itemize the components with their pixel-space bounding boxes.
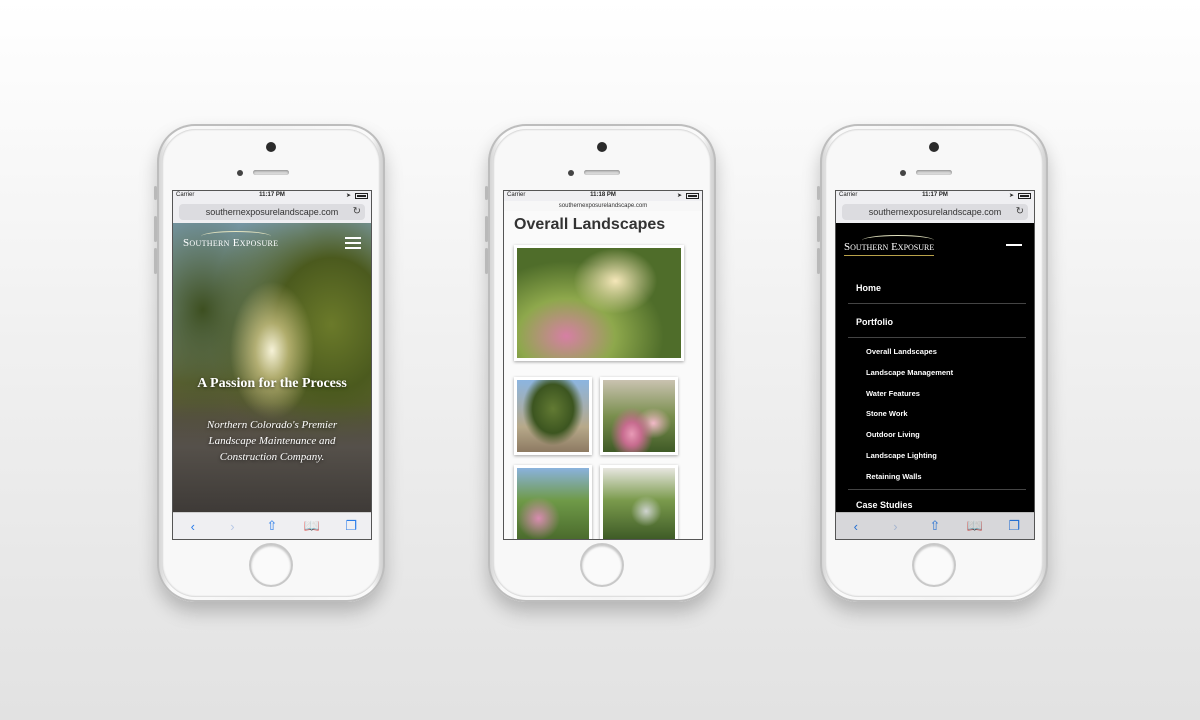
speaker-grille <box>584 170 620 175</box>
tabs-icon[interactable]: ❐ <box>341 518 361 534</box>
url-text: southernexposurelandscape.com <box>558 203 648 209</box>
sensor <box>568 170 574 176</box>
url-text: southernexposurelandscape.com <box>868 207 1002 217</box>
photo <box>517 380 589 452</box>
hero-image <box>173 223 371 513</box>
site-logo[interactable]: Southern Exposure <box>844 235 935 256</box>
menu-item-case-studies[interactable]: Case Studies <box>856 500 913 510</box>
sensor <box>900 170 906 176</box>
clock: 11:17 PM <box>922 192 948 198</box>
menu-item-retaining-walls[interactable]: Retaining Walls <box>866 472 922 481</box>
battery-icon <box>1018 193 1031 199</box>
speaker-grille <box>253 170 289 175</box>
gallery-image[interactable] <box>600 377 678 455</box>
hamburger-menu-icon[interactable] <box>345 237 361 250</box>
volume-up-button <box>485 216 488 242</box>
menu-item-water-features[interactable]: Water Features <box>866 389 920 398</box>
volume-up-button <box>154 216 157 242</box>
forward-icon[interactable]: › <box>885 519 905 534</box>
forward-icon[interactable]: › <box>222 519 242 534</box>
address-bar: southernexposurelandscape.com ↻ <box>173 201 371 224</box>
page-title: Overall Landscapes <box>514 216 666 233</box>
volume-down-button <box>485 248 488 274</box>
sensor <box>237 170 243 176</box>
gallery-image[interactable] <box>514 465 592 539</box>
speaker-grille <box>916 170 952 175</box>
gallery-image[interactable] <box>514 377 592 455</box>
browser-toolbar: ‹ › ⇧ 📖 ❐ <box>836 512 1034 539</box>
volume-down-button <box>817 248 820 274</box>
home-button[interactable] <box>914 545 954 585</box>
camera-icon <box>929 142 939 152</box>
share-icon[interactable]: ⇧ <box>925 518 945 534</box>
volume-down-button <box>154 248 157 274</box>
menu-item-outdoor-living[interactable]: Outdoor Living <box>866 430 920 439</box>
home-button[interactable] <box>582 545 622 585</box>
status-bar: Carrier 11:17 PM ➤ <box>836 191 1034 201</box>
battery-icon <box>355 193 368 199</box>
gallery-image-featured[interactable] <box>514 245 684 361</box>
logo-swoosh <box>201 231 271 242</box>
menu-item-home[interactable]: Home <box>856 283 881 293</box>
camera-icon <box>597 142 607 152</box>
screen-portfolio: Carrier 11:18 PM ➤ southernexposurelands… <box>503 190 703 540</box>
portfolio-page: Overall Landscapes <box>504 211 702 539</box>
screen-menu: Carrier 11:17 PM ➤ southernexposurelands… <box>835 190 1035 540</box>
mute-switch <box>485 186 488 200</box>
bookmarks-icon[interactable]: 📖 <box>965 518 985 534</box>
menu-item-overall-landscapes[interactable]: Overall Landscapes <box>866 347 937 356</box>
close-menu-icon[interactable] <box>1006 244 1022 246</box>
divider <box>848 303 1026 304</box>
gallery-image[interactable] <box>600 465 678 539</box>
status-bar: Carrier 11:17 PM ➤ <box>173 191 371 201</box>
address-bar: southernexposurelandscape.com ↻ <box>836 201 1034 224</box>
camera-icon <box>266 142 276 152</box>
url-field[interactable]: southernexposurelandscape.com ↻ <box>179 204 365 220</box>
logo-underline <box>844 255 935 256</box>
phone-3: Carrier 11:17 PM ➤ southernexposurelands… <box>817 124 1048 602</box>
photo <box>603 468 675 539</box>
back-icon[interactable]: ‹ <box>183 519 203 534</box>
site-logo[interactable]: Southern Exposure <box>183 231 278 249</box>
share-icon[interactable]: ⇧ <box>262 518 282 534</box>
back-icon[interactable]: ‹ <box>846 519 866 534</box>
phone-2: Carrier 11:18 PM ➤ southernexposurelands… <box>485 124 716 602</box>
photo <box>517 248 681 358</box>
divider <box>848 489 1026 490</box>
logo-swoosh <box>862 235 934 246</box>
home-button[interactable] <box>251 545 291 585</box>
hero-title: A Passion for the Process <box>197 376 347 391</box>
menu-item-landscape-management[interactable]: Landscape Management <box>866 368 953 377</box>
battery-icon <box>686 193 699 199</box>
url-field[interactable]: southernexposurelandscape.com ↻ <box>842 204 1028 220</box>
location-icon: ➤ <box>676 193 682 199</box>
photo <box>603 380 675 452</box>
volume-up-button <box>817 216 820 242</box>
menu-item-portfolio[interactable]: Portfolio <box>856 317 893 327</box>
photo <box>517 468 589 539</box>
screen-home: Carrier 11:17 PM ➤ southernexposurelands… <box>172 190 372 540</box>
phone-1: Carrier 11:17 PM ➤ southernexposurelands… <box>154 124 385 602</box>
bookmarks-icon[interactable]: 📖 <box>302 518 322 534</box>
location-icon: ➤ <box>1008 193 1014 199</box>
url-text: southernexposurelandscape.com <box>205 207 339 217</box>
mute-switch <box>154 186 157 200</box>
browser-toolbar: ‹ › ⇧ 📖 ❐ <box>173 512 371 539</box>
nav-menu: Southern Exposure Home Portfolio Overall… <box>836 223 1034 539</box>
hero-subtitle: Northern Colorado's Premier Landscape Ma… <box>206 419 338 463</box>
menu-item-landscape-lighting[interactable]: Landscape Lighting <box>866 451 937 460</box>
reload-icon[interactable]: ↻ <box>1016 204 1024 220</box>
divider <box>848 337 1026 338</box>
tabs-icon[interactable]: ❐ <box>1004 518 1024 534</box>
clock: 11:17 PM <box>259 192 285 198</box>
mute-switch <box>817 186 820 200</box>
reload-icon[interactable]: ↻ <box>353 204 361 220</box>
clock: 11:18 PM <box>590 192 616 198</box>
menu-item-stone-work[interactable]: Stone Work <box>866 409 908 418</box>
status-bar: Carrier 11:18 PM ➤ <box>504 191 702 201</box>
location-icon: ➤ <box>345 193 351 199</box>
